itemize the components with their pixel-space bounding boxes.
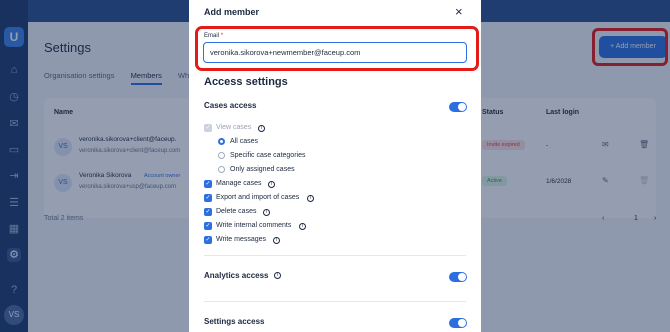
cases-access-toggle[interactable]	[449, 102, 467, 112]
only-assigned-label[interactable]: Only assigned cases	[230, 166, 295, 173]
add-member-modal: Add member × Email * Access settings Cas…	[189, 0, 481, 332]
export-import-checkbox[interactable]: ✓	[204, 194, 212, 202]
divider	[204, 255, 466, 256]
delete-cases-checkbox[interactable]: ✓	[204, 208, 212, 216]
access-settings-heading: Access settings	[204, 76, 288, 88]
info-icon[interactable]: i	[307, 195, 314, 202]
all-cases-radio[interactable]	[218, 138, 225, 145]
specific-categories-label[interactable]: Specific case categories	[230, 152, 305, 159]
divider	[204, 301, 466, 302]
info-icon[interactable]: i	[258, 125, 265, 132]
analytics-access-toggle[interactable]	[449, 272, 467, 282]
info-icon[interactable]: i	[273, 237, 280, 244]
settings-access-toggle[interactable]	[449, 318, 467, 328]
email-label-text: Email	[204, 33, 220, 39]
email-label: Email *	[204, 33, 223, 39]
write-internal-label[interactable]: Write internal comments	[216, 222, 291, 229]
settings-access-heading: Settings access	[204, 317, 265, 326]
write-messages-checkbox[interactable]: ✓	[204, 236, 212, 244]
view-cases-label: View cases	[216, 124, 252, 131]
close-icon[interactable]: ×	[455, 4, 463, 19]
export-import-label[interactable]: Export and import of cases	[216, 194, 299, 201]
toggle-knob	[458, 319, 466, 327]
manage-cases-label[interactable]: Manage cases	[216, 180, 262, 187]
delete-cases-label[interactable]: Delete cases	[216, 208, 256, 215]
info-icon[interactable]: i	[268, 181, 275, 188]
manage-cases-checkbox[interactable]: ✓	[204, 180, 212, 188]
toggle-knob	[458, 103, 466, 111]
write-internal-checkbox[interactable]: ✓	[204, 222, 212, 230]
info-icon[interactable]: i	[299, 223, 306, 230]
toggle-knob	[458, 273, 466, 281]
info-icon[interactable]: i	[263, 209, 270, 216]
email-field[interactable]	[203, 42, 467, 63]
only-assigned-radio[interactable]	[218, 166, 225, 173]
view-cases-checkbox: ✓	[204, 124, 212, 132]
analytics-access-heading: Analytics access	[204, 271, 269, 280]
write-messages-label[interactable]: Write messages	[216, 236, 266, 243]
required-marker: *	[220, 33, 224, 39]
modal-title: Add member	[204, 7, 260, 17]
cases-access-heading: Cases access	[204, 101, 257, 110]
specific-categories-radio[interactable]	[218, 152, 225, 159]
all-cases-label[interactable]: All cases	[230, 138, 258, 145]
info-icon[interactable]: i	[274, 272, 281, 279]
